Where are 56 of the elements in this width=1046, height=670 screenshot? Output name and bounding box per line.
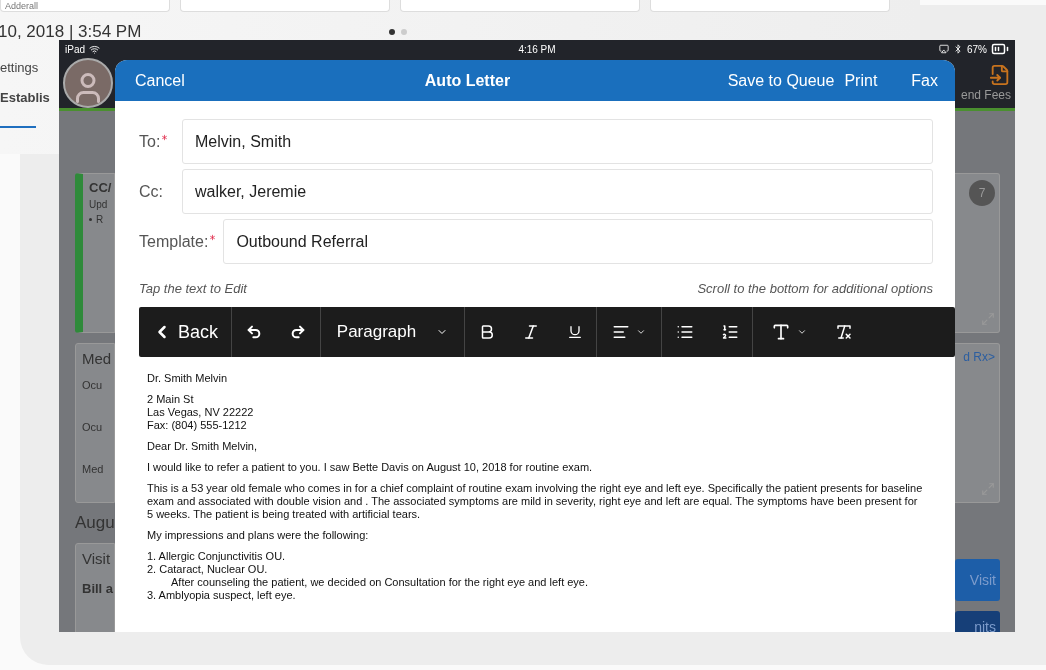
page-dot[interactable] — [389, 29, 396, 35]
plan-item: 3. Amblyopia suspect, left eye. — [147, 589, 297, 602]
wifi-icon — [89, 43, 100, 55]
card-title: Visit — [82, 550, 112, 567]
bullet-icon — [89, 218, 92, 221]
hint-text: Tap the text to Edit — [139, 281, 247, 296]
letter-text: Dear Dr. Smith Melvin, — [147, 440, 259, 453]
avatar[interactable] — [63, 58, 113, 108]
date-time: 10, 2018 | 3:54 PM — [0, 22, 142, 42]
field-label: Cc: — [139, 182, 163, 201]
hint-text: Scroll to the bottom for additional options — [697, 281, 933, 296]
row-label: Ocu — [82, 421, 104, 433]
header-action[interactable]: Fax — [911, 71, 938, 90]
back-button[interactable]: Back — [148, 321, 222, 343]
tab-indicator — [0, 126, 36, 128]
send-fees-button[interactable]: end Fees — [960, 64, 1011, 102]
input-field[interactable]: walker, Jeremie — [182, 169, 933, 214]
menu-item[interactable]: ettings — [0, 52, 39, 82]
header-action[interactable]: Save to Queue — [727, 71, 835, 90]
page-dot[interactable] — [401, 29, 408, 35]
battery-percent: 67% — [967, 43, 987, 55]
letter-text: Las Vegas, NV 22222 — [147, 406, 255, 419]
action-button[interactable]: nits — [955, 611, 1000, 632]
letter-text: I would like to refer a patient to you. I saw Bette Davis on August 10, 2018 for routine exam. — [147, 461, 594, 474]
card-subtitle: Upd — [89, 199, 109, 210]
device-name: iPad — [65, 43, 85, 55]
field: Adderall — [0, 0, 170, 12]
bluetooth-icon — [953, 44, 963, 54]
document-icon — [989, 64, 1011, 86]
input-field[interactable]: Melvin, Smith — [182, 119, 933, 164]
field-label: Template: — [139, 232, 209, 251]
row-label: Med — [82, 463, 105, 475]
menu-item[interactable]: Establis — [0, 82, 50, 112]
card-title: CC/ — [89, 180, 113, 195]
row-label: Bill a — [82, 581, 114, 596]
paragraph-dropdown[interactable]: Paragraph — [332, 322, 453, 342]
count-badge: 7 — [969, 180, 995, 206]
header-action[interactable]: Print — [844, 71, 878, 90]
letter-text: Dr. Smith Melvin — [147, 372, 229, 385]
dialog-title: Auto Letter — [424, 71, 512, 90]
plan-item: 2. Cataract, Nuclear OU. — [147, 563, 269, 576]
plan-note: After counseling the patient, we decided on Consultation for the right eye and left eye. — [170, 576, 590, 589]
input-field[interactable]: Outbound Referral — [223, 219, 933, 264]
plan-item: 1. Allergic Conjunctivitis OU. — [147, 550, 287, 563]
letter-text: My impressions and plans were the following: — [147, 529, 370, 542]
letter-text: This is a 53 year old female who comes in for a chief complaint of routine exam involving the right eye and left eye. Specifically the patient presents for baseline exam and associated with double vision and . The associated symptoms are mild in severity, right eye and left are equal. The symptoms have been present for 5 weeks. The patient is being treated with artificial tears. — [147, 482, 924, 521]
field-label: To: — [139, 132, 161, 151]
screen-mirror-icon — [939, 44, 949, 54]
card-title: Med — [82, 350, 113, 367]
letter-text: 2 Main St — [147, 393, 195, 406]
section-heading: Augu — [75, 513, 115, 533]
cancel-button[interactable]: Cancel — [135, 71, 185, 90]
clock: 4:16 PM — [518, 43, 556, 55]
list-item: R — [96, 214, 104, 225]
letter-text: Fax: (804) 555-1212 — [147, 419, 248, 432]
row-label: Ocu — [82, 379, 104, 391]
